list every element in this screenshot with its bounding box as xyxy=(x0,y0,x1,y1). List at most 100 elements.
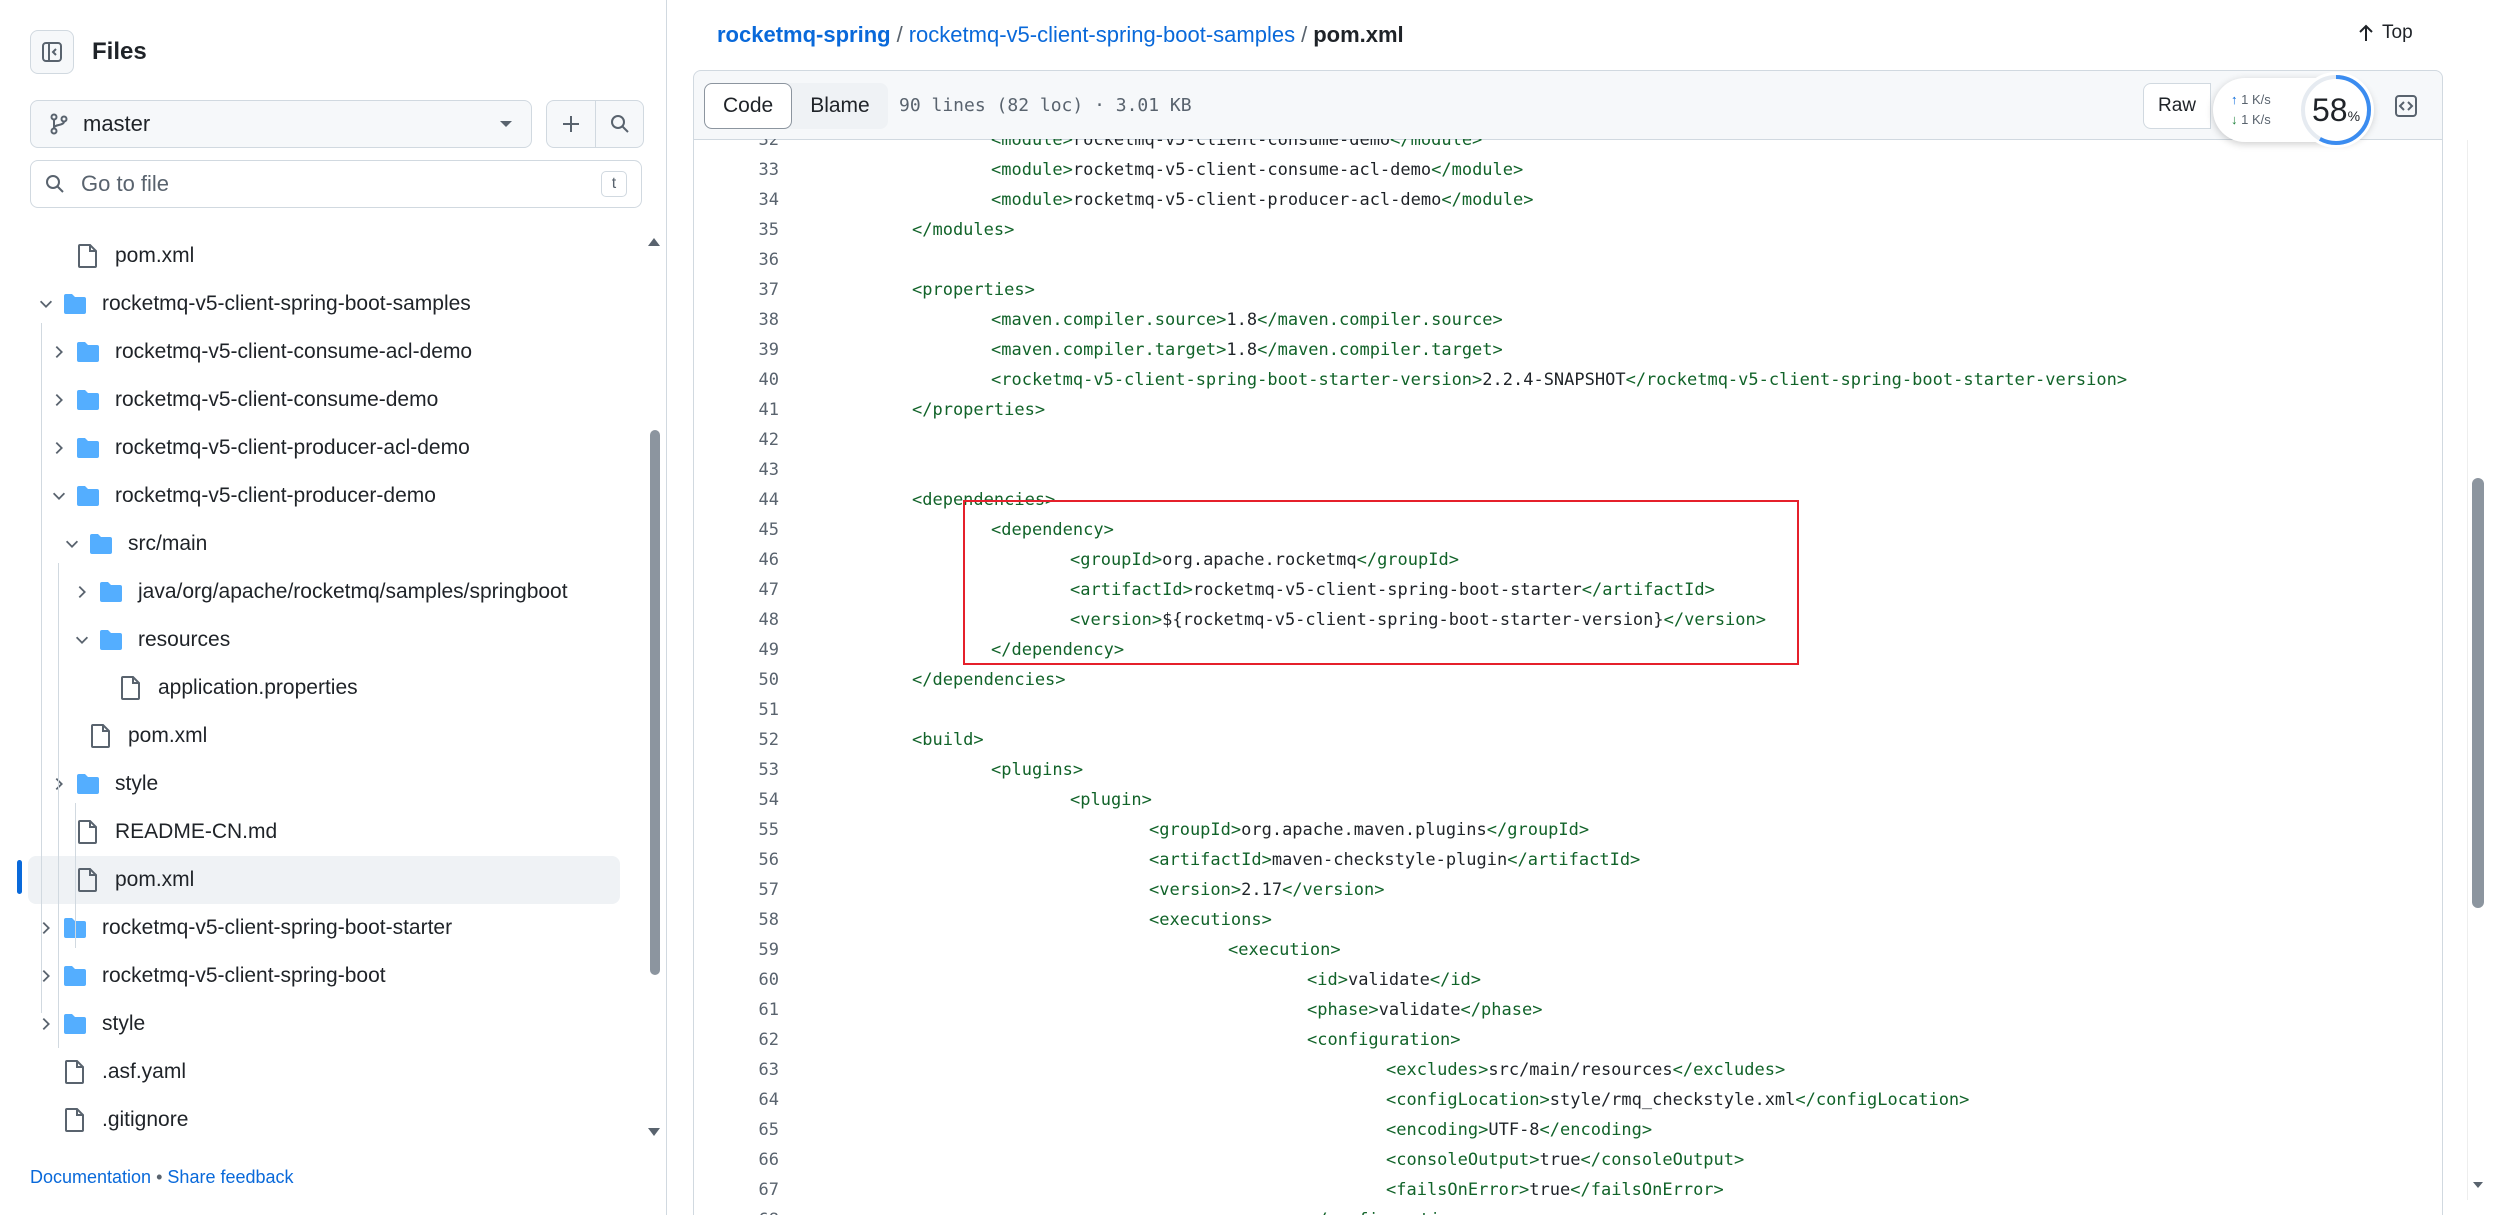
tree-file-item[interactable]: .asf.yaml xyxy=(0,1048,620,1096)
line-number[interactable]: 43 xyxy=(694,455,779,485)
tree-folder-item[interactable]: rocketmq-v5-client-spring-boot xyxy=(0,952,620,1000)
tree-file-item[interactable]: .gitignore xyxy=(0,1096,620,1143)
chevron-right-icon[interactable] xyxy=(49,342,69,362)
go-to-file-input[interactable]: Go to file t xyxy=(30,160,642,208)
line-number[interactable]: 53 xyxy=(694,755,779,785)
line-number[interactable]: 48 xyxy=(694,605,779,635)
line-number[interactable]: 39 xyxy=(694,335,779,365)
line-number[interactable]: 38 xyxy=(694,305,779,335)
chevron-right-icon[interactable] xyxy=(49,390,69,410)
tree-folder-item[interactable]: resources xyxy=(0,616,620,664)
tree-folder-item[interactable]: style xyxy=(0,1000,620,1048)
tree-file-item[interactable]: README-CN.md xyxy=(0,808,620,856)
folder-icon xyxy=(62,1011,88,1037)
share-feedback-link[interactable]: Share feedback xyxy=(167,1167,293,1187)
tree-item-label: rocketmq-v5-client-spring-boot-starter xyxy=(102,916,453,939)
add-file-button[interactable] xyxy=(547,101,595,147)
line-content: <encoding>UTF-8</encoding> xyxy=(1386,1115,1652,1145)
line-number[interactable]: 67 xyxy=(694,1175,779,1205)
line-number[interactable]: 36 xyxy=(694,245,779,275)
line-number[interactable]: 68 xyxy=(694,1205,779,1215)
tab-code[interactable]: Code xyxy=(704,83,793,129)
symbols-panel-button[interactable] xyxy=(2391,91,2421,121)
line-number[interactable]: 50 xyxy=(694,665,779,695)
line-number[interactable]: 58 xyxy=(694,905,779,935)
line-number[interactable]: 47 xyxy=(694,575,779,605)
line-number[interactable]: 44 xyxy=(694,485,779,515)
line-number[interactable]: 63 xyxy=(694,1055,779,1085)
tree-file-item[interactable]: pom.xml xyxy=(0,712,620,760)
chevron-down-icon[interactable] xyxy=(72,630,92,650)
tree-item-label: pom.xml xyxy=(115,868,195,891)
sidebar-scroll-thumb[interactable] xyxy=(650,430,660,975)
tree-folder-item[interactable]: style xyxy=(0,760,620,808)
usage-gauge[interactable]: 58% xyxy=(2298,72,2374,148)
tree-folder-item[interactable]: rocketmq-v5-client-consume-acl-demo xyxy=(0,328,620,376)
tree-item-label: pom.xml xyxy=(115,244,195,267)
code-line: 42 xyxy=(694,425,2414,455)
top-button[interactable]: Top xyxy=(2358,22,2413,44)
tree-folder-item[interactable]: src/main xyxy=(0,520,620,568)
xml-text: rocketmq-v5-client-producer-acl-demo xyxy=(1072,190,1442,210)
chevron-right-icon[interactable] xyxy=(49,438,69,458)
tree-folder-item[interactable]: rocketmq-v5-client-producer-acl-demo xyxy=(0,424,620,472)
tree-item-label: README-CN.md xyxy=(115,820,278,843)
tree-folder-item[interactable]: rocketmq-v5-client-spring-boot-samples xyxy=(0,280,620,328)
breadcrumb-repo-link[interactable]: rocketmq-spring xyxy=(717,22,891,47)
line-number[interactable]: 66 xyxy=(694,1145,779,1175)
branch-selector[interactable]: master xyxy=(30,100,532,148)
chevron-right-icon[interactable] xyxy=(36,966,56,986)
line-number[interactable]: 60 xyxy=(694,965,779,995)
line-number[interactable]: 57 xyxy=(694,875,779,905)
tab-blame[interactable]: Blame xyxy=(792,83,888,129)
line-content: <configLocation>style/rmq_checkstyle.xml… xyxy=(1386,1085,1969,1115)
code-line: 43 xyxy=(694,455,2414,485)
tree-file-item[interactable]: application.properties xyxy=(0,664,620,712)
raw-button[interactable]: Raw xyxy=(2143,83,2212,129)
tree-folder-item[interactable]: rocketmq-v5-client-spring-boot-starter xyxy=(0,904,620,952)
line-number[interactable]: 35 xyxy=(694,215,779,245)
breadcrumb-folder-link[interactable]: rocketmq-v5-client-spring-boot-samples xyxy=(909,22,1295,47)
tree-file-item[interactable]: pom.xml xyxy=(0,232,620,280)
line-number[interactable]: 59 xyxy=(694,935,779,965)
chevron-down-icon[interactable] xyxy=(49,486,69,506)
chevron-right-icon[interactable] xyxy=(49,774,69,794)
chevron-down-icon[interactable] xyxy=(62,534,82,554)
line-number[interactable]: 45 xyxy=(694,515,779,545)
line-number[interactable]: 55 xyxy=(694,815,779,845)
line-number[interactable]: 56 xyxy=(694,845,779,875)
line-number[interactable]: 34 xyxy=(694,185,779,215)
tree-file-item[interactable]: pom.xml xyxy=(28,856,620,904)
chevron-right-icon[interactable] xyxy=(72,582,92,602)
chevron-right-icon[interactable] xyxy=(36,918,56,938)
code-line: 36 xyxy=(694,245,2414,275)
line-number[interactable]: 37 xyxy=(694,275,779,305)
tree-folder-item[interactable]: java/org/apache/rocketmq/samples/springb… xyxy=(0,568,620,616)
line-number[interactable]: 61 xyxy=(694,995,779,1025)
tree-folder-item[interactable]: rocketmq-v5-client-producer-demo xyxy=(0,472,620,520)
search-icon xyxy=(610,115,629,133)
chevron-right-icon[interactable] xyxy=(36,1014,56,1034)
line-number[interactable]: 54 xyxy=(694,785,779,815)
line-number[interactable]: 42 xyxy=(694,425,779,455)
line-number[interactable]: 49 xyxy=(694,635,779,665)
line-number[interactable]: 41 xyxy=(694,395,779,425)
line-number[interactable]: 52 xyxy=(694,725,779,755)
xml-tag: </module> xyxy=(1390,139,1483,150)
line-number[interactable]: 64 xyxy=(694,1085,779,1115)
page-scroll-thumb[interactable] xyxy=(2472,478,2484,908)
line-number[interactable]: 33 xyxy=(694,155,779,185)
line-number[interactable]: 32 xyxy=(694,139,779,155)
line-number[interactable]: 51 xyxy=(694,695,779,725)
line-number[interactable]: 40 xyxy=(694,365,779,395)
line-number[interactable]: 46 xyxy=(694,545,779,575)
line-number[interactable]: 65 xyxy=(694,1115,779,1145)
xml-text: maven-checkstyle-plugin xyxy=(1271,850,1508,870)
collapse-sidebar-button[interactable] xyxy=(30,30,74,74)
gauge-percent-unit: % xyxy=(2347,108,2361,124)
search-files-button[interactable] xyxy=(595,101,643,147)
line-number[interactable]: 62 xyxy=(694,1025,779,1055)
tree-folder-item[interactable]: rocketmq-v5-client-consume-demo xyxy=(0,376,620,424)
chevron-down-icon[interactable] xyxy=(36,294,56,314)
documentation-link[interactable]: Documentation xyxy=(30,1167,151,1187)
